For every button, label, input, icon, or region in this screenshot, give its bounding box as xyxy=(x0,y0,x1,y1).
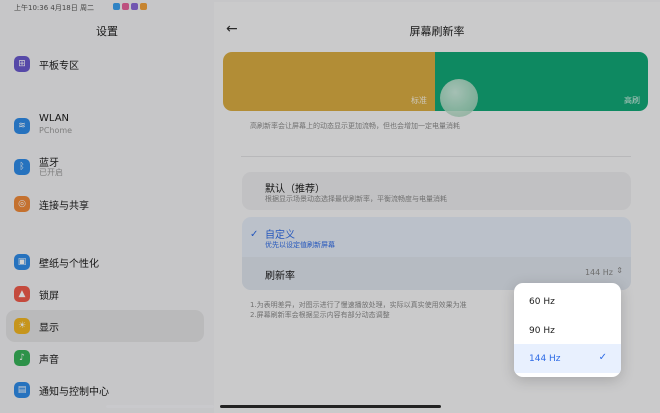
dropdown-option-label: 60 Hz xyxy=(529,297,555,307)
checkmark-icon: ✓ xyxy=(598,352,607,363)
dropdown-option-label: 144 Hz xyxy=(529,354,561,364)
dropdown-option-144hz[interactable]: 144 Hz ✓ xyxy=(514,344,621,373)
home-gesture-bar[interactable] xyxy=(220,405,441,408)
dropdown-option-label: 90 Hz xyxy=(529,326,555,336)
refresh-rate-dropdown: 60 Hz 90 Hz 144 Hz ✓ xyxy=(514,283,621,377)
secondary-gesture-bar xyxy=(106,405,214,408)
dropdown-option-90hz[interactable]: 90 Hz xyxy=(514,316,621,345)
dropdown-option-60hz[interactable]: 60 Hz xyxy=(514,287,621,316)
